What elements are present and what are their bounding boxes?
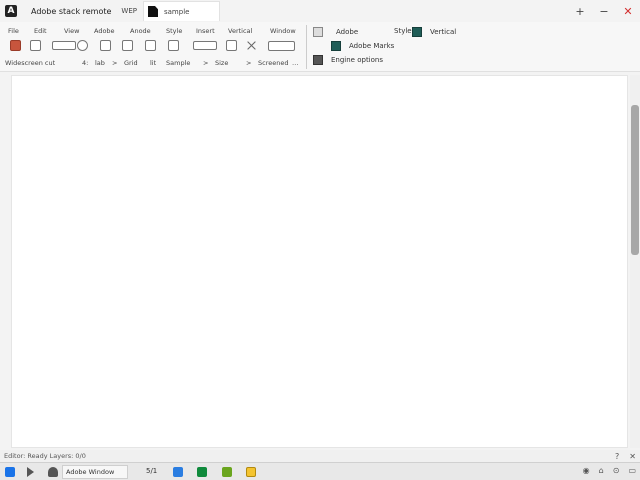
title-bar: A Adobe stack remote WEP sample + − ✕ — [0, 0, 640, 22]
spreadsheet-icon[interactable] — [197, 467, 207, 477]
teal-square-icon — [331, 41, 341, 51]
adobe-marks-item[interactable]: Adobe Marks — [313, 41, 394, 51]
dropdown-field-icon[interactable] — [268, 41, 295, 51]
document-canvas[interactable] — [11, 75, 628, 448]
panel-tool-icon[interactable] — [168, 40, 179, 51]
tray-display-icon[interactable]: ▭ — [628, 466, 636, 475]
taskbar-app-button[interactable]: Adobe Window — [62, 465, 128, 479]
new-tab-button[interactable]: + — [568, 0, 592, 22]
adobe-marks-label: Adobe Marks — [349, 42, 395, 50]
menu-view[interactable]: View — [64, 27, 79, 35]
label-more[interactable]: … — [292, 59, 299, 67]
start-icon[interactable] — [5, 467, 15, 477]
menu-adobe[interactable]: Adobe — [94, 27, 115, 35]
app-logo-icon: A — [5, 5, 17, 17]
cloud-icon[interactable] — [48, 467, 58, 477]
gray-square-icon — [313, 27, 323, 37]
ribbon-divider — [306, 25, 307, 69]
menu-file[interactable]: File — [8, 27, 19, 35]
help-icon[interactable]: ? — [615, 452, 619, 461]
text-frame-icon[interactable] — [122, 40, 133, 51]
close-button[interactable]: ✕ — [616, 0, 640, 22]
label-arrow-1[interactable]: > — [112, 59, 117, 67]
label-arrow-3[interactable]: > — [246, 59, 251, 67]
label-widescreen: Widescreen cut — [5, 59, 56, 67]
minimize-button[interactable]: − — [592, 0, 616, 22]
vertical-panel-item[interactable]: Vertical — [412, 27, 456, 37]
chat-icon[interactable] — [222, 467, 232, 477]
system-tray: ◉ ⌂ ⊙ ▭ — [583, 466, 636, 475]
vertical-scrollbar[interactable] — [630, 75, 640, 448]
taskbar-counter: 5/1 — [146, 467, 158, 475]
label-size: Size — [215, 59, 229, 67]
teal-square-icon — [412, 27, 422, 37]
scissors-tool-icon[interactable] — [246, 40, 257, 51]
menu-vertical[interactable]: Vertical — [228, 27, 252, 35]
status-icons: ? ✕ — [615, 450, 636, 462]
label-lit: lit — [150, 59, 157, 67]
adobe-panel-label: Adobe — [336, 28, 359, 36]
dark-square-icon — [313, 55, 323, 65]
vertical-panel-label: Vertical — [430, 28, 457, 36]
taskbar: Adobe Window 5/1 ◉ ⌂ ⊙ ▭ — [0, 462, 640, 480]
engine-options-label: Engine options — [331, 56, 383, 64]
window-controls: + − ✕ — [568, 0, 640, 22]
folder-icon[interactable] — [246, 467, 256, 477]
status-bar: Editor: Ready Layers: 0/0 ? ✕ — [0, 450, 640, 462]
tab-label[interactable]: WEP — [121, 7, 137, 15]
adobe-panel-item[interactable]: Adobe — [313, 27, 358, 37]
shape-tool-icon[interactable] — [145, 40, 156, 51]
menu-insert[interactable]: Insert — [196, 27, 215, 35]
play-icon[interactable] — [27, 467, 34, 477]
tray-settings-icon[interactable]: ⊙ — [613, 466, 620, 475]
box-tool-icon[interactable] — [193, 41, 217, 50]
menu-window[interactable]: Window — [270, 27, 296, 35]
label-arrow-2[interactable]: > — [203, 59, 208, 67]
document-name: sample — [164, 7, 190, 16]
scrollbar-thumb[interactable] — [631, 105, 639, 255]
ribbon-right-panel: Adobe Style Vertical Adobe Marks Engine … — [310, 22, 470, 72]
pointer-tool-icon[interactable] — [10, 40, 21, 51]
style-panel-label: Style — [394, 27, 412, 35]
document-icon — [148, 6, 158, 17]
browser-icon[interactable] — [173, 467, 183, 477]
engine-options-item[interactable]: Engine options — [313, 55, 383, 65]
page-tool-icon[interactable] — [30, 40, 41, 51]
label-lab: lab — [95, 59, 105, 67]
frame-tool-icon[interactable] — [52, 41, 76, 50]
taskbar-app-label: Adobe Window — [66, 468, 115, 476]
rectangle-tool-icon[interactable] — [100, 40, 111, 51]
link-tool-icon[interactable] — [226, 40, 237, 51]
label-sample: Sample — [166, 59, 191, 67]
style-panel-item[interactable]: Style — [386, 27, 412, 35]
ribbon-toolbar: File Edit View Adobe Anode Style Insert … — [0, 22, 640, 72]
status-text: Editor: Ready Layers: 0/0 — [4, 452, 86, 460]
status-close-icon[interactable]: ✕ — [629, 452, 636, 461]
tray-home-icon[interactable]: ⌂ — [599, 466, 604, 475]
app-title: Adobe stack remote — [31, 6, 112, 16]
menu-anode[interactable]: Anode — [130, 27, 151, 35]
document-tab[interactable]: sample — [143, 1, 221, 21]
ribbon-tools: File Edit View Adobe Anode Style Insert … — [0, 22, 304, 72]
ellipse-tool-icon[interactable] — [77, 40, 88, 51]
menu-edit[interactable]: Edit — [34, 27, 47, 35]
label-screened: Screened — [258, 59, 289, 67]
menu-style[interactable]: Style — [166, 27, 182, 35]
label-ratio: 4: — [82, 59, 89, 67]
label-grid: Grid — [124, 59, 138, 67]
tray-network-icon[interactable]: ◉ — [583, 466, 590, 475]
